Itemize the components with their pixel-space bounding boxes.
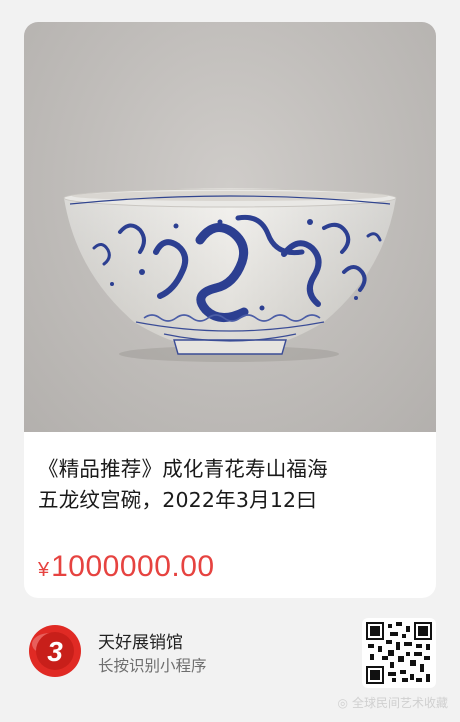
bowl-illustration (63, 188, 397, 362)
product-price: ¥ 1000000.00 (38, 550, 215, 584)
mini-program-footer: 3 天好展销馆 长按识别小程序 ◎ 全球民间艺术收藏 (0, 598, 460, 722)
currency-symbol: ¥ (38, 559, 50, 581)
shop-hint: 长按识别小程序 (98, 657, 207, 675)
product-card[interactable]: 《精品推荐》成化青花寿山福海 五龙纹宫碗，2022年3月12曰 ¥ 100000… (24, 22, 436, 598)
wechat-channel-icon: ◎ (337, 695, 348, 710)
svg-text:3: 3 (47, 636, 63, 667)
product-title[interactable]: 《精品推荐》成化青花寿山福海 五龙纹宫碗，2022年3月12曰 (38, 454, 428, 516)
price-value: 1000000.00 (51, 550, 215, 583)
product-title-line-1: 《精品推荐》成化青花寿山福海 (38, 457, 328, 481)
watermark: ◎ 全球民间艺术收藏 (338, 694, 449, 711)
red-circle-3-logo-icon[interactable]: 3 (28, 624, 82, 678)
product-title-line-2: 五龙纹宫碗，2022年3月12曰 (38, 488, 317, 512)
product-image[interactable] (24, 22, 436, 432)
shop-name[interactable]: 天好展销馆 (98, 628, 183, 653)
qr-code-icon[interactable] (362, 618, 436, 688)
watermark-text: 全球民间艺术收藏 (351, 696, 448, 710)
